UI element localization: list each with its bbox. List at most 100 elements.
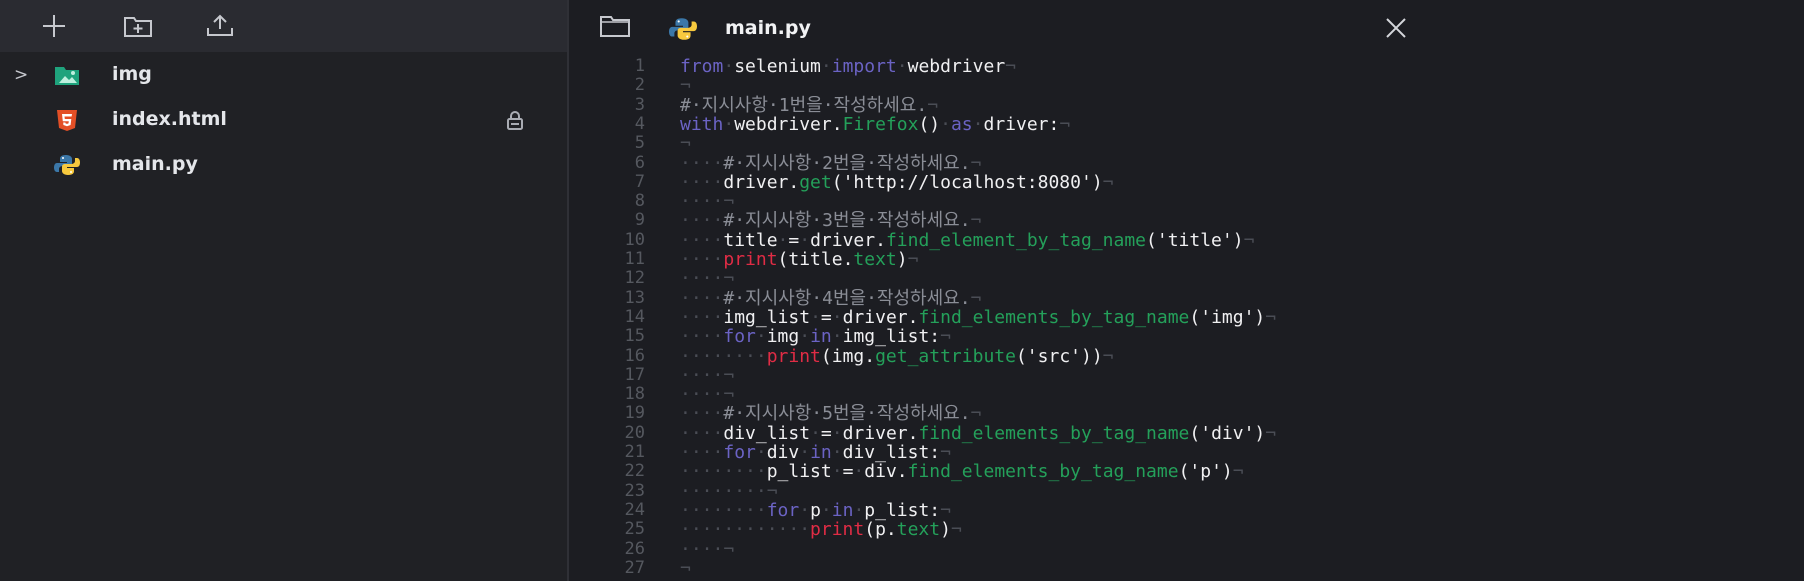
code-line[interactable]: ········¬ [680,480,778,502]
code-line[interactable]: from·selenium·import·webdriver¬ [680,57,1016,76]
code-token: driver. [842,422,919,444]
code-token: ········¬ [680,480,778,502]
code-token: webdriver [907,57,1006,77]
code-token: p_list: [864,499,941,521]
code-line[interactable]: ····¬ [680,269,734,288]
new-file-button[interactable] [38,10,70,42]
code-token: · [723,113,735,135]
code-token: · [755,442,767,463]
code-line[interactable]: ········print(img.get_attribute('src'))¬ [680,345,1114,367]
line-number: 15 [624,326,645,347]
line-number: 26 [624,538,645,559]
code-token: ('http://localhost:8080') [831,171,1103,193]
code-token: ···· [680,210,724,232]
code-line[interactable]: ····for·img·in·img_list:¬ [680,327,951,346]
code-line[interactable]: ····print(title.text)¬ [680,250,918,269]
line-number: 9 [634,210,645,231]
code-token: ········ [680,499,767,521]
code-token: find_elements_by_tag_name [918,422,1190,444]
file-explorer-sidebar: > img index.html main.py [0,0,567,581]
code-token: as [950,113,973,135]
code-token: () [918,113,941,135]
code-line[interactable]: #·지시사항·1번을·작성하세요.¬ [680,95,938,115]
code-token: ········ [680,461,767,483]
python-icon [669,18,697,40]
tab-main-py[interactable]: main.py [669,8,959,50]
line-number: 4 [634,113,645,134]
lock-icon [507,111,523,130]
code-token: ('p') [1178,461,1233,483]
code-token: · [810,306,821,328]
code-line[interactable]: ¬ [680,134,691,153]
code-token: · [799,326,811,348]
code-token: · [777,229,789,251]
code-line[interactable]: ····¬ [680,538,735,560]
code-line[interactable]: ····div_list·=·driver.find_elements_by_t… [680,424,1276,443]
code-token: ···· [680,403,724,425]
code-token: · [831,461,843,483]
code-token: #·지시사항·4번을·작성하세요. [723,287,971,309]
code-token: ···· [680,442,724,463]
code-line[interactable]: ········for·p·in·p_list:¬ [680,501,951,520]
code-line[interactable]: ····¬ [680,385,734,404]
tab-label: main.py [725,17,811,39]
folder-icon[interactable] [599,14,631,38]
code-token: = [788,229,800,251]
code-token: print [810,519,865,541]
code-token: = [820,422,832,444]
code-line[interactable]: ····#·지시사항·4번을·작성하세요.¬ [680,287,981,309]
line-number: 21 [624,442,645,462]
line-number: 17 [624,364,645,385]
code-line[interactable]: ····#·지시사항·3번을·작성하세요.¬ [680,211,981,230]
code-line[interactable]: ····#·지시사항·2번을·작성하세요.¬ [680,152,982,174]
code-token: div. [864,461,908,483]
code-token: · [940,113,951,135]
tree-item-main-py[interactable]: main.py [0,142,567,187]
folder-plus-icon [124,17,152,37]
code-line[interactable]: ····img_list·=·driver.find_elements_by_t… [680,308,1276,327]
code-token: ¬ [950,519,962,541]
code-token: text [896,519,941,541]
code-token: ¬ [1265,306,1277,328]
code-token: ¬ [940,442,951,463]
line-number: 16 [624,345,645,366]
code-line[interactable]: ····driver.get('http://localhost:8080')¬ [680,173,1114,192]
code-token: get [799,171,832,193]
code-token: ¬ [970,152,982,174]
line-number: 2 [634,75,645,96]
code-token: · [831,326,843,348]
code-line[interactable]: ····for·div·in·div_list:¬ [680,443,951,462]
code-token: ¬ [1232,461,1244,483]
code-token: ¬ [680,557,691,579]
image-folder-icon [55,67,79,85]
code-line[interactable]: ¬ [680,76,691,95]
code-token: ('src')) [1015,345,1103,367]
code-token: · [799,229,811,251]
code-token: ('div') [1189,422,1266,444]
code-line[interactable]: ····¬ [680,366,734,385]
code-area[interactable]: from·selenium·import·webdriver¬ ¬ #·지시사항·1… [680,57,1800,581]
code-line[interactable]: ········p_list·=·div.find_elements_by_ta… [680,462,1244,481]
code-line[interactable]: ····¬ [680,192,734,211]
code-token: find_elements_by_tag_name [918,306,1190,328]
line-number: 20 [624,422,645,443]
close-icon[interactable] [1384,16,1408,40]
code-token: · [723,57,735,77]
code-token: · [820,499,832,521]
code-token: Firefox [842,113,919,135]
code-line[interactable]: ····#·지시사항·5번을·작성하세요.¬ [680,404,981,423]
code-line[interactable]: with·webdriver.Firefox()·as·driver:¬ [680,115,1070,134]
code-line[interactable]: ············print(p.text)¬ [680,520,962,539]
code-token: · [755,326,767,348]
tree-item-label: img [112,63,152,85]
code-token: ····¬ [680,538,735,560]
code-line[interactable]: ¬ [680,559,691,578]
tree-item-index-html[interactable]: index.html [0,97,567,142]
code-token: ····¬ [680,364,735,386]
new-folder-button[interactable] [122,10,154,42]
code-line[interactable]: ····title·=·driver.find_element_by_tag_n… [680,231,1254,250]
upload-button[interactable] [204,10,236,42]
tree-item-img-folder[interactable]: > img [0,52,567,97]
code-token: · [799,499,811,521]
chevron-right-icon[interactable]: > [14,65,30,85]
